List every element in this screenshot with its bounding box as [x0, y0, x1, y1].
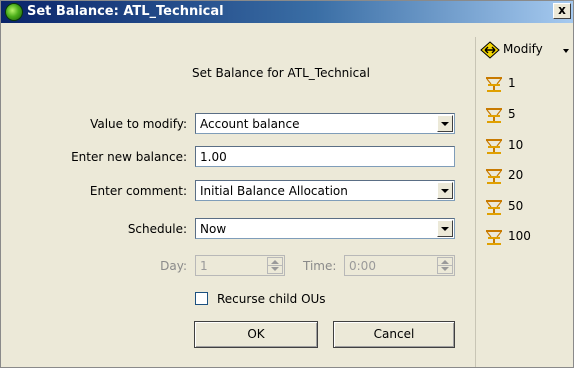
time-value: 0:00	[349, 259, 376, 273]
day-spinner[interactable]: 1	[195, 255, 285, 276]
value-to-modify-label: Value to modify:	[90, 117, 187, 131]
set-balance-dialog: Set Balance: ATL_Technical x Set Balance…	[0, 0, 574, 368]
preset-label: 50	[508, 199, 524, 213]
preset-label: 10	[508, 138, 524, 152]
balance-scale-icon	[486, 139, 502, 154]
comment-value: Initial Balance Allocation	[200, 184, 348, 198]
spinner-arrows-icon[interactable]	[267, 257, 283, 274]
comment-combobox[interactable]: Initial Balance Allocation	[195, 180, 455, 201]
preset-label: 20	[508, 168, 524, 182]
value-to-modify-value: Account balance	[200, 117, 300, 131]
new-balance-input[interactable]: 1.00	[195, 146, 455, 167]
balance-scale-icon	[486, 230, 502, 245]
time-spinner[interactable]: 0:00	[344, 255, 455, 276]
comment-label: Enter comment:	[89, 184, 187, 198]
balance-scale-icon	[486, 169, 502, 184]
balance-scale-icon	[486, 108, 502, 123]
close-button[interactable]: x	[553, 3, 571, 19]
recurse-label[interactable]: Recurse child OUs	[217, 292, 326, 306]
spinner-arrows-icon[interactable]	[437, 257, 453, 274]
new-balance-value: 1.00	[200, 150, 227, 164]
day-label: Day:	[160, 259, 187, 273]
balance-toolbar: Modify 1 5 10 20 50 100	[475, 37, 573, 367]
app-globe-icon	[6, 4, 22, 20]
chevron-down-icon[interactable]	[437, 220, 453, 237]
schedule-select[interactable]: Now	[195, 218, 455, 239]
chevron-down-icon[interactable]	[437, 115, 453, 132]
modify-arrows-icon	[480, 41, 500, 59]
modify-label: Modify	[503, 42, 543, 56]
ok-button[interactable]: OK	[194, 321, 318, 348]
title-bar[interactable]: Set Balance: ATL_Technical x	[1, 1, 573, 23]
preset-label: 1	[508, 76, 516, 90]
preset-label: 100	[508, 229, 531, 243]
new-balance-label: Enter new balance:	[71, 150, 187, 164]
cancel-button[interactable]: Cancel	[333, 321, 455, 348]
window-title: Set Balance: ATL_Technical	[27, 4, 224, 19]
preset-label: 5	[508, 107, 516, 121]
schedule-label: Schedule:	[127, 222, 187, 236]
balance-scale-icon	[486, 200, 502, 215]
recurse-checkbox[interactable]	[195, 292, 208, 305]
chevron-down-icon	[563, 49, 569, 53]
day-value: 1	[200, 259, 208, 273]
time-label: Time:	[303, 259, 337, 273]
chevron-down-icon[interactable]	[437, 182, 453, 199]
schedule-value: Now	[200, 222, 227, 236]
value-to-modify-select[interactable]: Account balance	[195, 113, 455, 134]
balance-scale-icon	[486, 77, 502, 92]
dialog-heading: Set Balance for ATL_Technical	[192, 66, 370, 80]
